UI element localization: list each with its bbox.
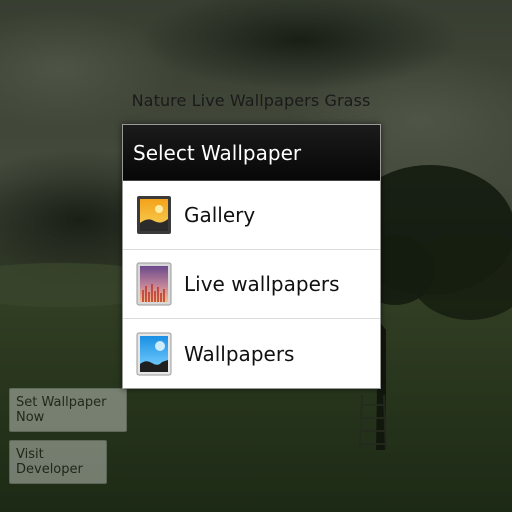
set-wallpaper-button[interactable]: Set Wallpaper Now	[9, 388, 127, 432]
option-gallery[interactable]: Gallery	[123, 181, 380, 250]
option-live-wallpapers-label: Live wallpapers	[184, 272, 340, 296]
option-gallery-label: Gallery	[184, 203, 256, 227]
option-wallpapers[interactable]: Wallpapers	[123, 319, 380, 388]
dialog-header: Select Wallpaper	[123, 125, 380, 181]
live-wallpapers-icon	[136, 262, 172, 306]
gallery-icon	[137, 196, 171, 234]
option-wallpapers-label: Wallpapers	[184, 341, 295, 366]
select-wallpaper-dialog: Select Wallpaper Gallery Live wallpapers…	[122, 124, 381, 389]
dialog-title: Select Wallpaper	[133, 140, 302, 165]
wallpapers-icon	[136, 332, 172, 375]
app-title: Nature Live Wallpapers Grass	[131, 91, 371, 110]
option-live-wallpapers[interactable]: Live wallpapers	[123, 250, 380, 319]
screen: Nature Live Wallpapers Grass Set Wallpap…	[0, 0, 512, 512]
visit-developer-button[interactable]: Visit Developer	[9, 440, 107, 484]
